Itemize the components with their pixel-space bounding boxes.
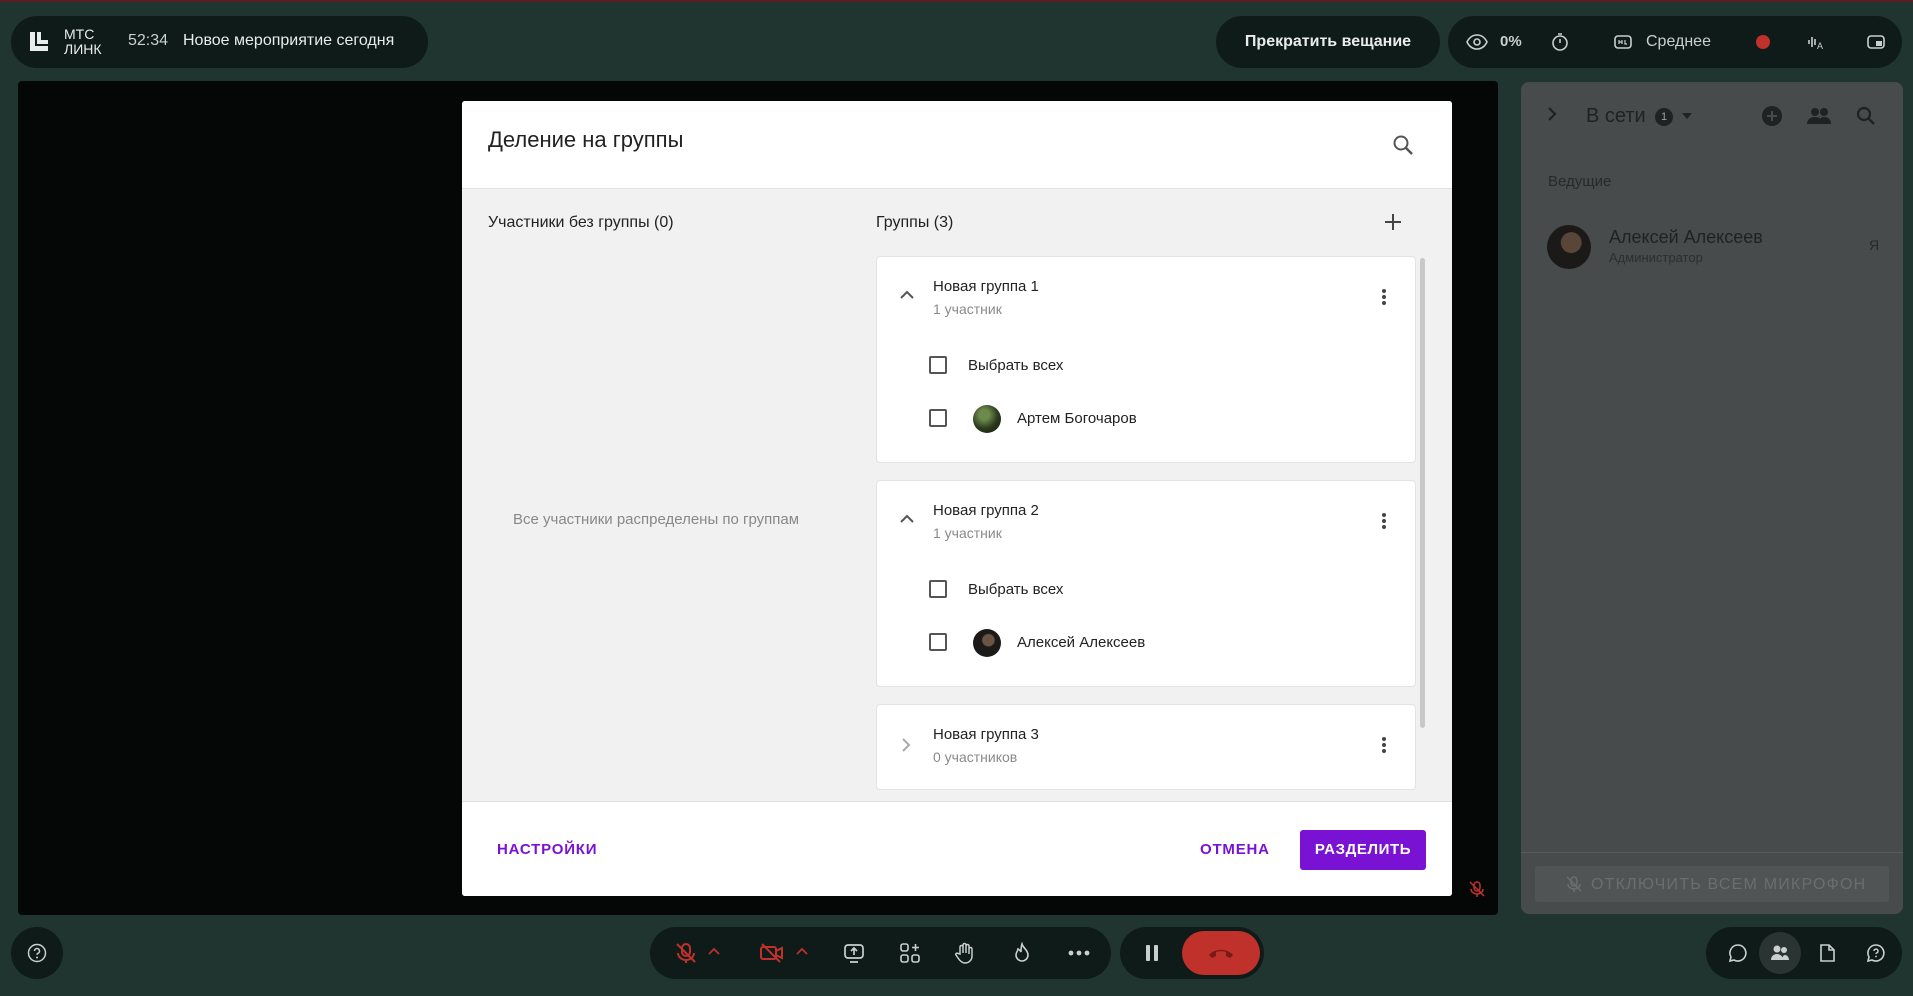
more-options-icon[interactable] [1068,950,1090,956]
no-group-header: Участники без группы (0) [488,214,674,231]
raise-hand-icon[interactable] [955,942,975,964]
notes-icon[interactable] [1818,943,1836,963]
apps-add-icon[interactable] [899,942,921,964]
mts-link-logo-icon [27,30,51,54]
hd-quality-icon[interactable] [1613,32,1633,52]
logo-text-line2: ЛИНК [64,41,102,57]
noise-suppression-icon[interactable]: A [1806,32,1826,52]
group-menu-icon[interactable] [1382,511,1386,531]
caret-down-icon[interactable] [1681,112,1693,120]
participants-group-icon[interactable] [1806,104,1832,128]
window-top-border [0,0,1913,2]
select-all-label: Выбрать всех [968,581,1064,598]
event-title: Новое мероприятие сегодня [183,32,395,49]
quality-label[interactable]: Среднее [1646,33,1711,51]
sidebar-divider [1521,852,1903,853]
mute-all-label: ОТКЛЮЧИТЬ ВСЕМ МИКРОФОН [1591,876,1867,893]
stopwatch-icon[interactable] [1550,32,1570,52]
mute-all-button[interactable]: ОТКЛЮЧИТЬ ВСЕМ МИКРОФОН [1535,866,1889,902]
muted-mic-icon [1468,880,1486,898]
participant-name: Алексей Алексеев [1609,227,1763,247]
select-all-checkbox[interactable] [929,580,947,598]
svg-text:A: A [1817,41,1823,51]
muted-mic-icon [1565,875,1583,893]
avatar [1547,225,1591,269]
select-all-label: Выбрать всех [968,357,1064,374]
record-indicator-icon[interactable] [1756,35,1770,49]
reactions-flame-icon[interactable] [1013,942,1031,964]
chat-icon[interactable] [1728,943,1748,963]
group-name: Новая группа 2 [933,502,1039,519]
support-help-icon[interactable] [1866,943,1886,963]
panel-switcher [1706,927,1902,979]
groups-header: Группы (3) [876,214,954,231]
participant-row[interactable]: Алексей Алексеев Администратор Я [1521,222,1903,274]
section-hosts-label: Ведущие [1548,173,1612,190]
no-group-empty-text: Все участники распределены по группам [513,511,800,528]
camera-off-icon[interactable] [759,941,785,965]
select-all-checkbox[interactable] [929,356,947,374]
group-card-3: Новая группа 3 0 участников [876,704,1416,790]
stop-broadcast-button[interactable]: Прекратить вещание [1216,16,1440,68]
hang-up-icon [1207,946,1235,960]
picture-in-picture-icon[interactable] [1866,32,1886,52]
mic-options-chevron-icon[interactable] [708,947,720,955]
chevron-right-icon[interactable] [901,737,911,753]
participants-sidebar: В сети 1 Ведущие Алексей Алексеев Админи… [1521,82,1903,914]
media-toolbar [650,927,1111,979]
online-label[interactable]: В сети [1586,105,1646,128]
member-name: Артем Богочаров [1017,410,1137,427]
member-name: Алексей Алексеев [1017,634,1146,651]
viewers-percent: 0% [1500,33,1522,50]
group-name: Новая группа 1 [933,278,1039,295]
group-card-2: Новая группа 2 1 участник Выбрать всех А… [876,480,1416,687]
participants-tab-active[interactable] [1759,932,1801,974]
group-menu-icon[interactable] [1382,287,1386,307]
mic-off-icon[interactable] [674,941,698,965]
event-info-bar: МТС ЛИНК 52:34 Новое мероприятие сегодня [11,16,428,68]
help-icon[interactable] [27,943,47,963]
chevron-up-icon[interactable] [899,290,915,300]
breakout-groups-dialog: Деление на группы Участники без группы (… [462,101,1452,896]
broadcast-status-bar: 0% Среднее A [1448,16,1902,68]
member-checkbox[interactable] [929,633,947,651]
chevron-up-icon[interactable] [899,514,915,524]
search-icon[interactable] [1856,106,1876,126]
help-pill [11,927,63,979]
add-group-icon[interactable] [1384,213,1402,231]
dialog-footer: НАСТРОЙКИ ОТМЕНА РАЗДЕЛИТЬ [462,801,1452,896]
participant-role: Администратор [1609,250,1703,265]
dialog-header: Деление на группы [462,101,1452,189]
dialog-title: Деление на группы [488,127,684,152]
stop-broadcast-label: Прекратить вещание [1244,33,1412,50]
avatar [973,405,1001,433]
end-call-button[interactable] [1182,931,1260,975]
split-button-label: РАЗДЕЛИТЬ [1314,841,1412,858]
screen-share-icon[interactable] [843,942,865,964]
settings-button[interactable]: НАСТРОЙКИ [497,841,597,858]
group-member-count: 0 участников [933,749,1018,765]
event-timer: 52:34 [128,32,169,49]
logo-text-line1: МТС [64,26,95,42]
groups-scrollbar[interactable] [1420,258,1425,728]
add-participant-icon[interactable] [1760,104,1784,128]
participants-icon [1770,943,1790,963]
pause-icon[interactable] [1144,944,1160,962]
me-label: Я [1869,237,1880,253]
online-count-badge: 1 [1655,108,1673,126]
group-member-count: 1 участник [933,525,1002,541]
avatar [973,629,1001,657]
group-member-count: 1 участник [933,301,1002,317]
camera-options-chevron-icon[interactable] [796,947,808,955]
member-checkbox[interactable] [929,409,947,427]
chevron-right-icon[interactable] [1545,106,1559,122]
group-name: Новая группа 3 [933,726,1039,743]
group-menu-icon[interactable] [1382,735,1386,755]
group-card-1: Новая группа 1 1 участник Выбрать всех А… [876,256,1416,463]
cancel-button[interactable]: ОТМЕНА [1200,841,1270,858]
eye-icon [1466,32,1488,52]
search-icon[interactable] [1392,134,1414,156]
call-controls [1120,927,1264,979]
split-button[interactable]: РАЗДЕЛИТЬ [1300,830,1426,870]
